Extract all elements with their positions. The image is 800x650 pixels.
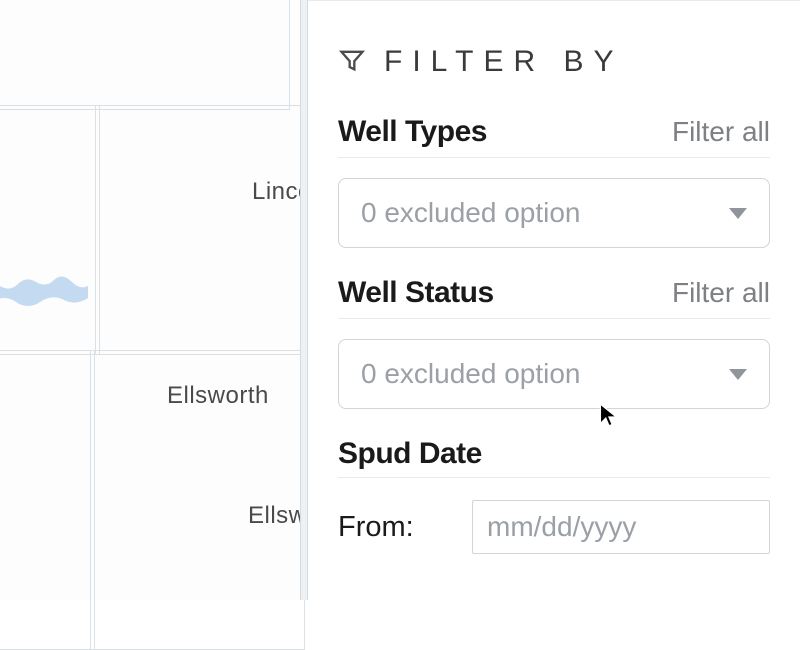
chevron-down-icon: [729, 369, 747, 380]
spud-date-from-input[interactable]: mm/dd/yyyy: [472, 500, 770, 554]
county-label: Ellsworth: [167, 382, 269, 410]
panel-resize-handle[interactable]: [300, 0, 308, 600]
filter-header-title: FILTER BY: [384, 45, 623, 79]
map-area[interactable]: Linco Ellsworth Ellswo: [0, 0, 300, 600]
section-well-types: Well Types Filter all 0 excluded option: [338, 115, 770, 248]
filter-icon: [338, 46, 366, 79]
from-label: From:: [338, 511, 450, 544]
county-boundary: [95, 105, 305, 355]
filter-header: FILTER BY: [338, 45, 770, 79]
county-boundary: [0, 0, 290, 110]
section-spud-date: Spud Date From: mm/dd/yyyy: [338, 437, 770, 554]
filter-panel: FILTER BY Well Types Filter all 0 exclud…: [308, 0, 800, 600]
filter-all-link[interactable]: Filter all: [672, 116, 770, 148]
section-well-status: Well Status Filter all 0 excluded option: [338, 276, 770, 409]
select-placeholder: 0 excluded option: [361, 358, 581, 390]
section-title: Well Status: [338, 276, 494, 310]
section-title: Spud Date: [338, 437, 482, 471]
county-boundary: [0, 350, 95, 650]
chevron-down-icon: [729, 208, 747, 219]
water-feature: [0, 258, 100, 318]
well-status-select[interactable]: 0 excluded option: [338, 339, 770, 409]
select-placeholder: 0 excluded option: [361, 197, 581, 229]
well-types-select[interactable]: 0 excluded option: [338, 178, 770, 248]
filter-all-link[interactable]: Filter all: [672, 277, 770, 309]
date-placeholder: mm/dd/yyyy: [487, 511, 636, 542]
section-title: Well Types: [338, 115, 487, 149]
